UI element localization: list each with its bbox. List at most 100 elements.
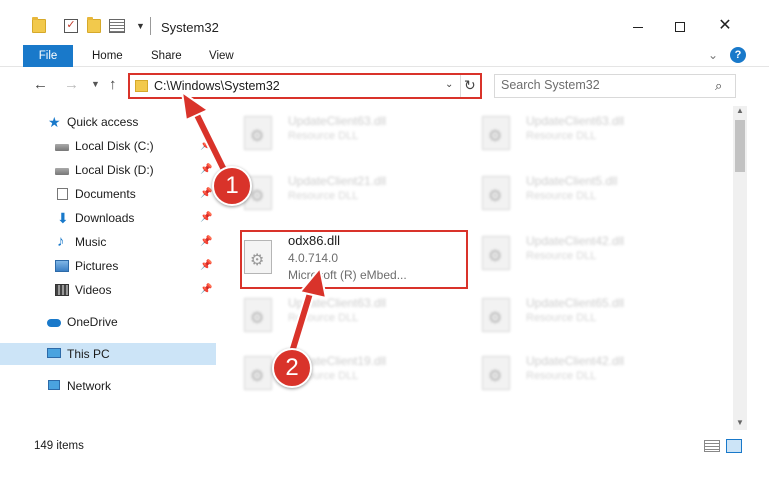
up-arrow-icon[interactable]: ↑ [109,76,117,93]
dll-file-icon [482,356,510,390]
title-separator [150,17,151,35]
videos-icon [55,284,69,296]
address-bar[interactable]: C:\Windows\System32 ⌄ ↻ [128,73,482,99]
recent-locations-icon[interactable]: ▼ [91,79,100,89]
sidebar-item-onedrive[interactable]: OneDrive [0,311,216,333]
sidebar-item-videos[interactable]: Videos 📌 [0,279,216,301]
close-button[interactable]: ✕ [708,14,742,38]
scroll-up-icon[interactable]: ▲ [736,106,744,115]
expand-ribbon-icon[interactable]: ⌄ [708,48,718,62]
pin-icon[interactable]: 📌 [200,279,212,301]
navigation-bar: ← → ▼ ↑ C:\Windows\System32 ⌄ ↻ ⌕ [0,70,769,102]
file-name: UpdateClient63.dll [526,114,625,128]
large-icons-view-icon[interactable] [726,439,742,453]
tab-home[interactable]: Home [92,45,123,67]
file-tile[interactable]: UpdateClient42.dll Resource DLL [468,226,694,282]
file-name: UpdateClient63.dll [288,114,387,128]
file-tile[interactable]: UpdateClient19.dll Resource DLL [230,346,456,402]
file-tile[interactable]: UpdateClient63.dll Resource DLL [468,106,694,162]
tab-view[interactable]: View [209,45,234,67]
step-1-badge: 1 [212,166,252,206]
folder-icon [32,17,46,33]
file-tile[interactable]: UpdateClient21.dll Resource DLL [230,166,456,222]
sidebar-item-local-disk-c[interactable]: Local Disk (C:) 📌 [0,135,216,157]
sidebar-item-label: Videos [75,283,112,297]
folder-icon [135,80,148,92]
network-icon [48,380,60,390]
highlight-box-odx86 [240,230,468,289]
sidebar-item-label: Local Disk (C:) [75,139,154,153]
back-arrow-icon[interactable]: ← [33,76,48,93]
window-title: System32 [161,20,219,35]
search-icon[interactable]: ⌕ [715,78,722,94]
address-dropdown-icon[interactable]: ⌄ [445,79,453,90]
tab-file[interactable]: File [23,45,73,67]
dll-file-icon [482,116,510,150]
search-input[interactable] [501,78,701,92]
pin-icon[interactable]: 📌 [200,183,212,205]
sidebar-item-pictures[interactable]: Pictures 📌 [0,255,216,277]
pin-icon[interactable]: 📌 [200,207,212,229]
cloud-icon [47,319,61,327]
sidebar-item-local-disk-d[interactable]: Local Disk (D:) 📌 [0,159,216,181]
file-description: Resource DLL [526,312,597,324]
scroll-thumb[interactable] [735,120,745,172]
dll-file-icon [482,236,510,270]
file-tile[interactable]: UpdateClient5.dll Resource DLL [468,166,694,222]
maximize-icon [675,22,685,33]
address-path[interactable]: C:\Windows\System32 [154,79,280,93]
pictures-icon [55,260,69,272]
dll-file-icon [244,298,272,332]
pin-icon[interactable]: 📌 [200,231,212,253]
sidebar-item-documents[interactable]: Documents 📌 [0,183,216,205]
sidebar-item-label: Downloads [75,211,135,225]
file-description: Resource DLL [288,190,359,202]
dll-file-icon [482,176,510,210]
scroll-down-icon[interactable]: ▼ [736,418,744,427]
file-name: UpdateClient42.dll [526,354,625,368]
refresh-icon[interactable]: ↻ [464,77,476,94]
file-name: UpdateClient65.dll [526,296,625,310]
ribbon-tabs: File Home Share View ⌄ ? [0,45,769,67]
documents-icon [57,188,68,200]
file-tile[interactable]: UpdateClient63.dll Resource DLL [230,106,456,162]
file-description: Resource DLL [288,130,359,142]
forward-arrow-icon[interactable]: → [64,76,79,93]
tab-share[interactable]: Share [151,45,182,67]
sidebar-item-label: Local Disk (D:) [75,163,154,177]
file-name: UpdateClient63.dll [288,296,387,310]
sidebar-item-music[interactable]: ♪ Music 📌 [0,231,216,253]
sidebar-item-this-pc[interactable]: This PC [0,343,216,365]
dll-file-icon [244,356,272,390]
sidebar-item-downloads[interactable]: ⬇ Downloads 📌 [0,207,216,229]
file-tile[interactable]: UpdateClient65.dll Resource DLL [468,288,694,344]
customize-icon[interactable] [109,19,125,33]
pin-icon[interactable]: 📌 [200,135,212,157]
file-tile[interactable]: UpdateClient63.dll Resource DLL [230,288,456,344]
sidebar-item-network[interactable]: Network [0,375,216,397]
properties-check-icon[interactable]: ✓ [64,19,78,33]
navigation-pane: ★ Quick access Local Disk (C:) 📌 Local D… [0,106,216,430]
details-view-icon[interactable] [704,440,720,452]
pin-icon[interactable]: 📌 [200,159,212,181]
new-folder-icon[interactable] [87,17,101,33]
vertical-scrollbar[interactable]: ▲ ▼ [733,106,747,430]
file-description: Resource DLL [526,190,597,202]
file-tile[interactable]: UpdateClient42.dll Resource DLL [468,346,694,402]
file-description: Resource DLL [526,130,597,142]
maximize-button[interactable] [663,14,697,38]
item-count: 149 items [34,440,84,452]
file-name: UpdateClient21.dll [288,174,387,188]
minimize-button[interactable] [621,14,655,38]
star-icon: ★ [48,114,61,130]
search-box[interactable]: ⌕ [494,74,736,98]
help-icon[interactable]: ? [730,47,746,63]
sidebar-item-quick-access[interactable]: ★ Quick access [0,111,216,133]
sidebar-item-label: This PC [67,347,110,361]
file-name: UpdateClient42.dll [526,234,625,248]
title-bar: ✓ ▼ System32 ✕ [0,0,769,40]
quick-access-toolbar-dropdown-icon[interactable]: ▼ [136,21,145,31]
drive-icon [55,168,69,175]
dll-file-icon [244,116,272,150]
pin-icon[interactable]: 📌 [200,255,212,277]
